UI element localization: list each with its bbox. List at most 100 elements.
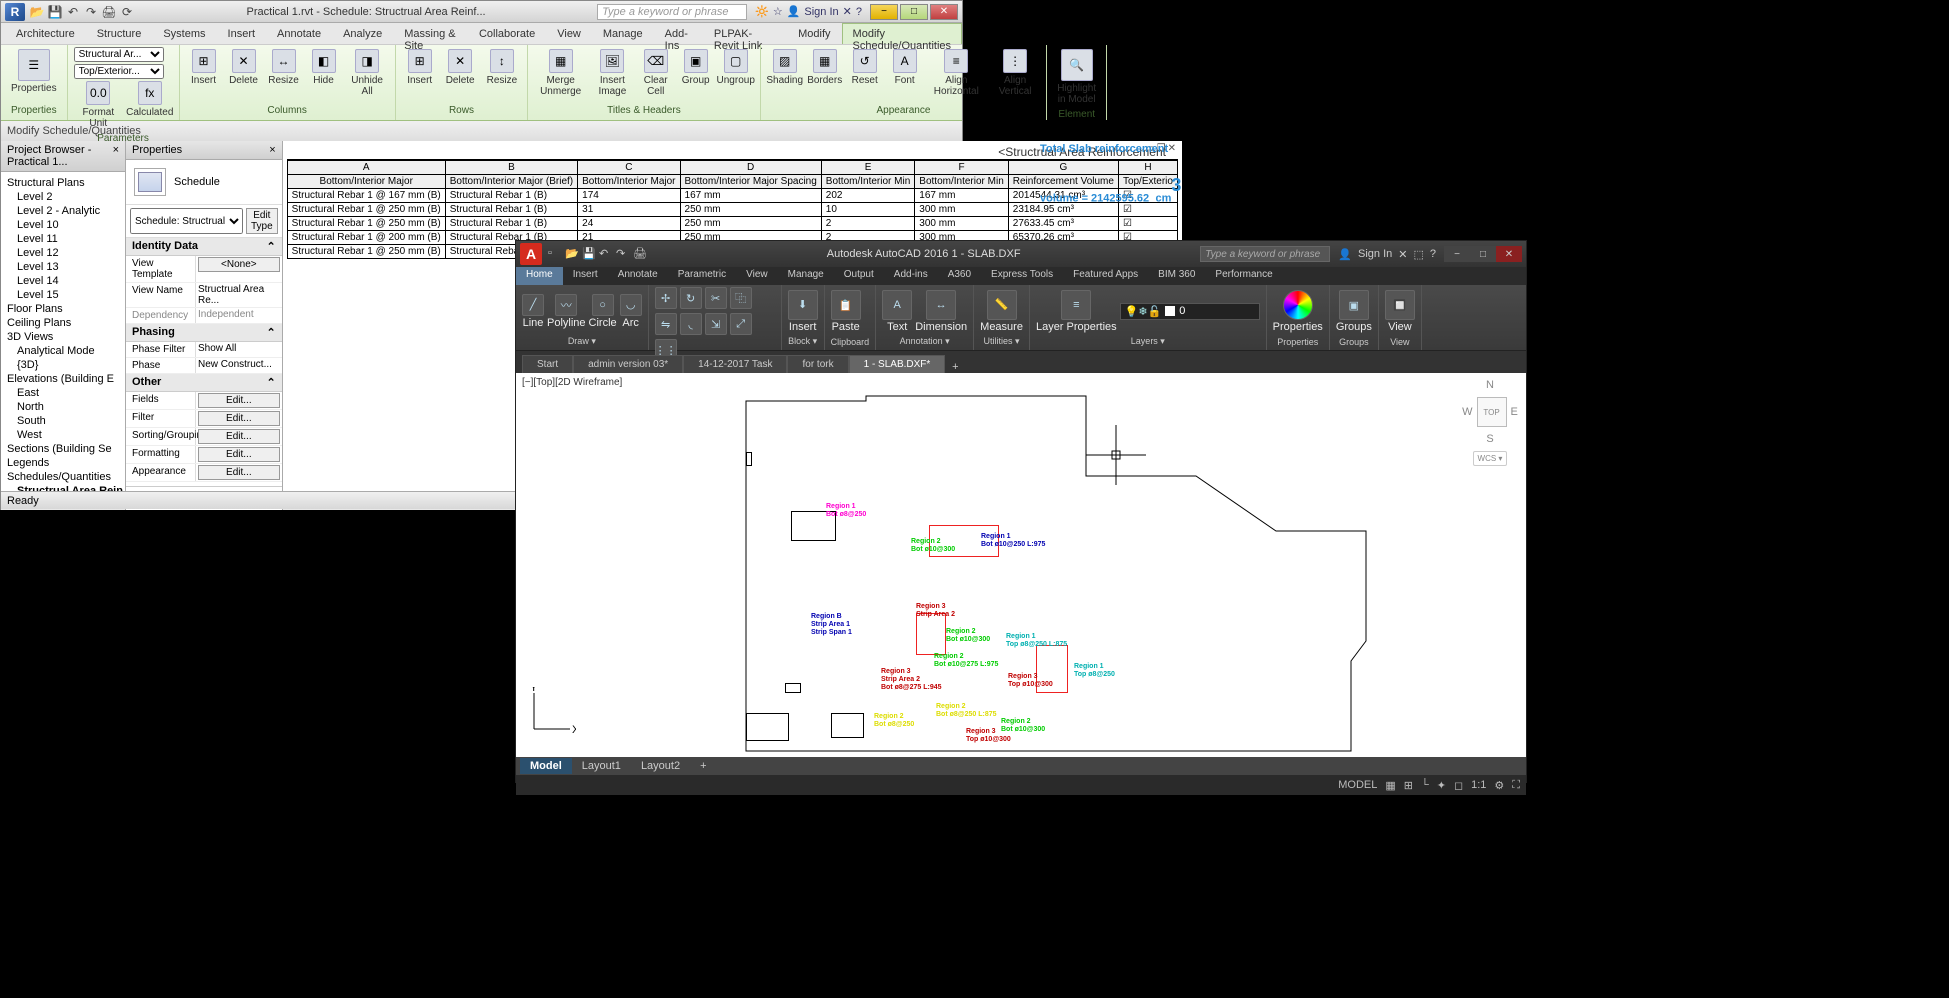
acad-tab-home[interactable]: Home: [516, 267, 563, 285]
tree-item[interactable]: Analytical Mode: [3, 344, 123, 358]
arc-button[interactable]: ◡Arc: [620, 294, 642, 329]
sort-edit-button[interactable]: Edit...: [198, 429, 280, 444]
highlight-model-button[interactable]: 🔍Highlight in Model: [1053, 47, 1100, 107]
edit-type-button[interactable]: Edit Type: [246, 208, 278, 234]
tab-structure[interactable]: Structure: [86, 23, 153, 44]
view-button[interactable]: 🔲View: [1385, 290, 1415, 333]
acad-undo-icon[interactable]: ↶: [599, 247, 613, 261]
tab-analyze[interactable]: Analyze: [332, 23, 393, 44]
rotate-icon[interactable]: ↻: [680, 287, 702, 309]
ungroup-button[interactable]: ▢Ungroup: [718, 47, 754, 88]
layer-freeze-icon[interactable]: ❄: [1138, 305, 1147, 318]
browser-tree[interactable]: Structural PlansLevel 2Level 2 - Analyti…: [1, 172, 125, 496]
acad-search[interactable]: Type a keyword or phrase: [1200, 246, 1330, 262]
acad-tab-annotate[interactable]: Annotate: [608, 267, 668, 285]
acad-help-icon[interactable]: ?: [1430, 248, 1436, 260]
tree-item[interactable]: Level 11: [3, 232, 123, 246]
signin-icon[interactable]: 👤: [787, 5, 801, 18]
revit-search[interactable]: Type a keyword or phrase: [597, 4, 747, 20]
panel-block-title[interactable]: Block ▾: [788, 335, 818, 348]
open-icon[interactable]: 📂: [29, 4, 45, 20]
acad-app-icon[interactable]: A: [520, 243, 542, 265]
stretch-icon[interactable]: ⇲: [705, 313, 727, 335]
acad-save-icon[interactable]: 💾: [582, 247, 596, 261]
table-cell[interactable]: 202: [821, 189, 914, 203]
status-ortho-icon[interactable]: └: [1421, 779, 1429, 791]
tab-architecture[interactable]: Architecture: [5, 23, 86, 44]
tab-systems[interactable]: Systems: [152, 23, 216, 44]
table-cell[interactable]: Structural Rebar 1 (B): [445, 189, 577, 203]
measure-button[interactable]: 📏Measure: [980, 290, 1023, 333]
x-icon[interactable]: ✕: [843, 5, 852, 18]
tree-item[interactable]: Elevations (Building E: [3, 372, 123, 386]
file-tab-tork[interactable]: for tork: [787, 355, 848, 373]
borders-button[interactable]: ▦Borders: [807, 47, 843, 88]
tree-item[interactable]: Level 12: [3, 246, 123, 260]
table-row[interactable]: Structural Rebar 1 @ 250 mm (B)Structura…: [287, 217, 1177, 231]
col-hide-button[interactable]: ◧Hide: [306, 47, 342, 88]
table-cell[interactable]: 24: [578, 217, 680, 231]
phase-filter-value[interactable]: Show All: [196, 342, 282, 357]
acad-minimize-button[interactable]: −: [1444, 246, 1470, 262]
insert-image-button[interactable]: 🖼Insert Image: [591, 47, 634, 99]
polyline-button[interactable]: 〰Polyline: [547, 294, 586, 329]
phase-value[interactable]: New Construct...: [196, 358, 282, 373]
tab-collaborate[interactable]: Collaborate: [468, 23, 546, 44]
minimize-button[interactable]: −: [870, 4, 898, 20]
row-delete-button[interactable]: ✕Delete: [442, 47, 479, 88]
col-resize-button[interactable]: ↔Resize: [266, 47, 302, 88]
save-icon[interactable]: 💾: [47, 4, 63, 20]
schedule-col-header[interactable]: Bottom/Interior Major Spacing: [680, 175, 821, 189]
col-insert-button[interactable]: ⊞Insert: [186, 47, 222, 88]
acad-tab-parametric[interactable]: Parametric: [668, 267, 736, 285]
copy-icon[interactable]: ⿻: [730, 287, 752, 309]
tab-manage[interactable]: Manage: [592, 23, 654, 44]
table-cell[interactable]: Structural Rebar 1 @ 167 mm (B): [287, 189, 445, 203]
font-button[interactable]: AFont: [887, 47, 923, 88]
layer-properties-button[interactable]: ≡Layer Properties: [1036, 290, 1117, 333]
viewcube-top[interactable]: TOP: [1477, 397, 1507, 427]
schedule-col-letter[interactable]: E: [821, 161, 914, 175]
layer-lock-icon[interactable]: 🔓: [1148, 305, 1162, 318]
schedule-col-letter[interactable]: A: [287, 161, 445, 175]
param-filter-1[interactable]: Structural Ar...: [74, 47, 164, 62]
schedule-col-header[interactable]: Bottom/Interior Major (Brief): [445, 175, 577, 189]
col-delete-button[interactable]: ✕Delete: [226, 47, 262, 88]
redo-icon[interactable]: ↷: [83, 4, 99, 20]
tree-item[interactable]: Floor Plans: [3, 302, 123, 316]
tree-item[interactable]: East: [3, 386, 123, 400]
acad-new-icon[interactable]: ▫: [548, 247, 562, 261]
tab-annotate[interactable]: Annotate: [266, 23, 332, 44]
table-cell[interactable]: 167 mm: [680, 189, 821, 203]
acad-tab-insert[interactable]: Insert: [563, 267, 608, 285]
table-cell[interactable]: Structural Rebar 1 @ 250 mm (B): [287, 203, 445, 217]
table-cell[interactable]: 250 mm: [680, 217, 821, 231]
close-button[interactable]: ✕: [930, 4, 958, 20]
acad-tab-output[interactable]: Output: [834, 267, 884, 285]
table-cell[interactable]: Structural Rebar 1 (B): [445, 217, 577, 231]
dimension-button[interactable]: ↔Dimension: [915, 290, 967, 333]
fields-edit-button[interactable]: Edit...: [198, 393, 280, 408]
acad-open-icon[interactable]: 📂: [565, 247, 579, 261]
table-cell[interactable]: 27633.45 cm³: [1008, 217, 1118, 231]
cat-other[interactable]: Other⌃: [126, 374, 282, 392]
panel-layers-title[interactable]: Layers ▾: [1036, 335, 1260, 348]
tree-item[interactable]: Level 2 - Analytic: [3, 204, 123, 218]
table-cell[interactable]: 300 mm: [915, 217, 1008, 231]
tree-item[interactable]: South: [3, 414, 123, 428]
acad-tab-view[interactable]: View: [736, 267, 778, 285]
table-cell[interactable]: ☑: [1118, 217, 1177, 231]
layout-2[interactable]: Layout2: [631, 758, 690, 774]
reset-button[interactable]: ↺Reset: [847, 47, 883, 88]
panel-draw-title[interactable]: Draw ▾: [522, 335, 642, 348]
calculated-button[interactable]: fxCalculated: [127, 79, 173, 120]
tab-modify[interactable]: Modify: [787, 23, 841, 44]
shading-button[interactable]: ▨Shading: [767, 47, 803, 88]
insert-button[interactable]: ⬇Insert: [788, 290, 818, 333]
acad-exchange-icon[interactable]: ⬚: [1413, 248, 1423, 261]
maximize-button[interactable]: □: [900, 4, 928, 20]
fillet-icon[interactable]: ◟: [680, 313, 702, 335]
tree-item[interactable]: Level 14: [3, 274, 123, 288]
schedule-col-letter[interactable]: C: [578, 161, 680, 175]
mirror-icon[interactable]: ⇋: [655, 313, 677, 335]
